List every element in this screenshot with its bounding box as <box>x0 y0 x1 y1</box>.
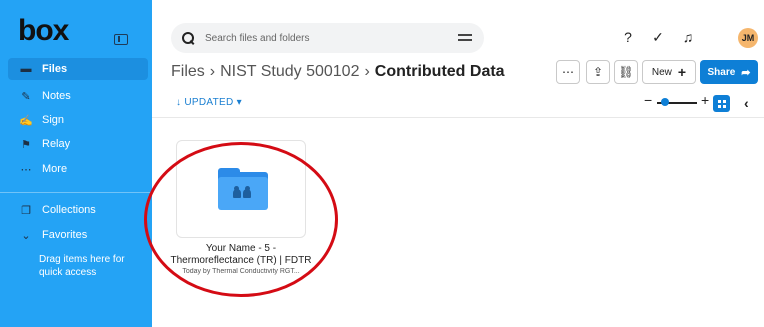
share-button[interactable]: Share ➦ <box>700 60 758 84</box>
sidebar-item-label: Files <box>42 63 68 75</box>
search-icon <box>181 31 195 45</box>
shared-folder-icon <box>218 168 268 210</box>
breadcrumb-separator: › <box>364 63 370 80</box>
zoom-slider[interactable]: − + <box>644 92 710 109</box>
breadcrumb-parent[interactable]: NIST Study 500102 <box>220 63 359 80</box>
sidebar-item-favorites[interactable]: ⌄ Favorites <box>8 224 148 246</box>
sidebar-item-more[interactable]: ⋯ More <box>8 158 148 180</box>
breadcrumb-separator: › <box>209 63 216 80</box>
breadcrumb: Files › NIST Study 500102 › Contributed Data <box>171 63 505 81</box>
folder-name[interactable]: Your Name - 5 - Thermoreflectance (TR) |… <box>166 243 316 267</box>
sidebar-item-relay[interactable]: ⚑ Relay <box>8 133 148 155</box>
notes-icon: ✎ <box>21 90 31 103</box>
sidebar: box ▬ Files ✎ Notes ✍ Sign ⚑ Relay ⋯ Mor… <box>0 0 152 327</box>
zoom-out-icon[interactable]: − <box>644 92 652 108</box>
sidebar-item-label: Favorites <box>42 229 88 241</box>
sidebar-item-label: Relay <box>42 138 71 150</box>
chevron-left-icon[interactable]: ‹ <box>744 95 749 111</box>
bell-icon[interactable]: ♫ <box>678 27 698 47</box>
share-arrow-icon: ➦ <box>741 66 751 79</box>
link-icon[interactable]: ⛓ <box>614 60 638 84</box>
plus-icon: + <box>677 64 687 80</box>
sidebar-item-sign[interactable]: ✍ Sign <box>8 109 148 131</box>
new-button[interactable]: New + <box>642 60 696 84</box>
folder-card[interactable] <box>176 140 306 238</box>
page-title: Contributed Data <box>374 63 505 80</box>
chevron-down-icon: ⌄ <box>21 229 31 242</box>
toolbar-divider <box>152 117 764 118</box>
avatar[interactable]: JM <box>738 28 758 48</box>
search-bar[interactable] <box>171 23 484 53</box>
zoom-handle[interactable] <box>661 98 669 106</box>
sidebar-item-notes[interactable]: ✎ Notes <box>8 85 148 107</box>
more-options-button[interactable]: ⋯ <box>556 60 580 84</box>
zoom-in-icon[interactable]: + <box>701 92 709 108</box>
help-icon[interactable]: ? <box>618 27 638 47</box>
sidebar-item-label: Sign <box>42 114 65 126</box>
folder-meta: Today by Thermal Conductivity RGT... <box>182 268 300 275</box>
sidebar-item-label: Notes <box>42 90 71 102</box>
box-logo[interactable]: box <box>18 14 69 48</box>
sidebar-divider <box>0 192 152 193</box>
favorites-drag-hint: Drag items here for quick access <box>39 254 125 278</box>
breadcrumb-root[interactable]: Files <box>171 63 205 80</box>
collapse-sidebar-icon[interactable] <box>114 34 128 45</box>
sort-dropdown[interactable]: ↓ UPDATED ▾ <box>176 97 242 108</box>
app-window: box ▬ Files ✎ Notes ✍ Sign ⚑ Relay ⋯ Mor… <box>0 0 764 327</box>
sidebar-item-collections[interactable]: ❐ Collections <box>8 199 148 221</box>
relay-icon: ⚑ <box>21 138 31 151</box>
sidebar-item-label: More <box>42 163 68 175</box>
sidebar-item-files[interactable]: ▬ Files <box>8 58 148 80</box>
share-button-label: Share <box>707 66 736 78</box>
folder-icon: ▬ <box>20 63 32 75</box>
filter-icon[interactable] <box>458 33 472 43</box>
grid-icon <box>717 99 726 108</box>
grid-view-button[interactable] <box>713 95 730 112</box>
tasks-icon[interactable]: ✓ <box>648 27 668 47</box>
sign-icon: ✍ <box>19 114 33 127</box>
search-input[interactable] <box>205 32 455 44</box>
more-icon: ⋯ <box>20 163 32 176</box>
new-button-label: New <box>651 66 672 78</box>
collections-icon: ❐ <box>21 204 31 217</box>
upload-icon[interactable]: ⇪ <box>586 60 610 84</box>
sidebar-item-label: Collections <box>42 204 96 216</box>
